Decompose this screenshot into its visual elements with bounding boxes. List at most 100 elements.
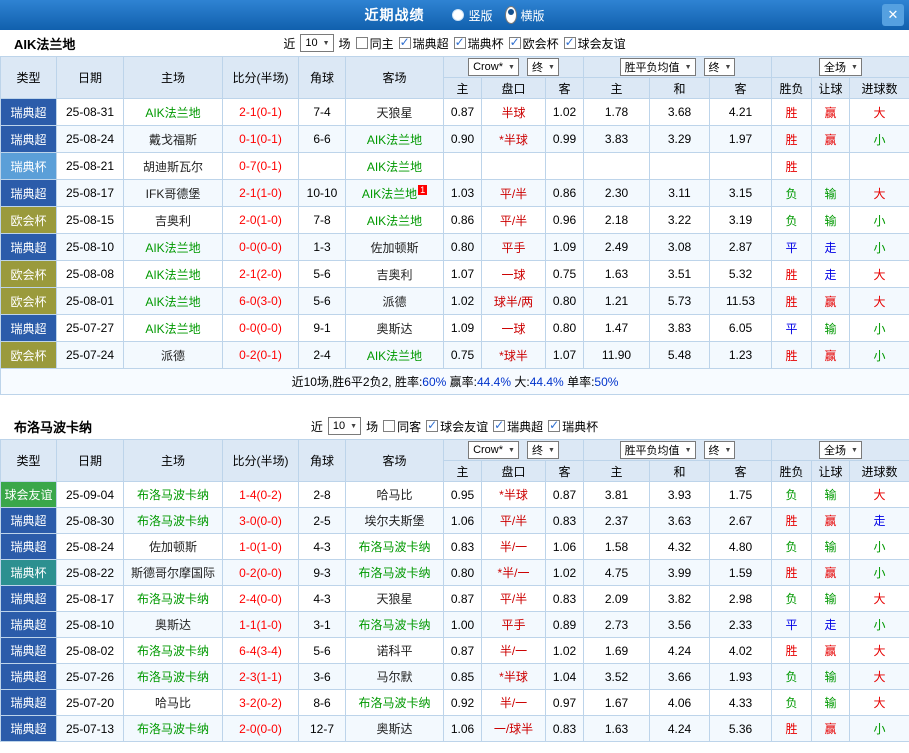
odds-away	[545, 152, 584, 180]
corner-count: 3-6	[298, 663, 346, 690]
avg-final-select[interactable]: 终 ▼	[703, 58, 736, 76]
match-row: 瑞典超 25-08-10 AIK法兰地 0-0(0-0) 1-3 佐加顿斯 0.80 平手 1.…	[0, 233, 909, 261]
match-count-select[interactable]: 10 ▼	[300, 34, 334, 52]
odds-home: 0.90	[443, 125, 482, 153]
avg-home: 1.58	[583, 533, 650, 560]
odds-home: 1.02	[443, 287, 482, 315]
checkbox-icon[interactable]	[426, 418, 439, 432]
checkbox-icon[interactable]	[453, 35, 466, 49]
match-row: 瑞典超 25-08-17 IFK哥德堡 2-1(1-0) 10-10 AIK法兰地 1 1.0…	[0, 179, 909, 207]
filter-checkbox-3[interactable]: 瑞典杯	[453, 35, 504, 52]
result-wdl: 负	[771, 585, 813, 612]
result-handicap: 输	[811, 481, 851, 508]
radio-horizontal[interactable]: 横版	[504, 6, 545, 24]
filter-checkbox-1[interactable]: 同客	[383, 418, 421, 435]
avg-final-select[interactable]: 终 ▼	[703, 441, 736, 459]
radio-horizontal-icon[interactable]	[504, 6, 517, 24]
result-wdl-header: 胜负	[771, 460, 813, 482]
odds-away: 0.89	[545, 611, 584, 638]
result-wdl: 胜	[771, 559, 813, 586]
result-goals-header: 进球数	[849, 77, 909, 99]
avg-home	[583, 152, 650, 180]
home-team: 戴戈福斯	[123, 125, 223, 153]
bookmaker-select[interactable]: Crow* ▼	[468, 58, 519, 76]
checkbox-icon[interactable]	[508, 35, 521, 49]
odds-away: 1.02	[545, 98, 584, 126]
odds-home: 0.80	[443, 559, 482, 586]
bookmaker-select[interactable]: Crow* ▼	[468, 441, 519, 459]
match-date: 25-09-04	[56, 481, 124, 508]
odds-home: 0.87	[443, 585, 482, 612]
match-row: 瑞典超 25-08-24 佐加顿斯 1-0(1-0) 4-3 布洛马波卡纳 0.83 半/一 1…	[0, 533, 909, 560]
select-value: Crow*	[473, 61, 504, 73]
result-handicap: 走	[811, 233, 851, 261]
match-score: 0-2(0-1)	[222, 341, 299, 369]
radio-vertical-icon[interactable]	[452, 9, 465, 21]
result-handicap-header: 让球	[811, 460, 851, 482]
away-team: AIK法兰地	[345, 341, 444, 369]
odds-away: 0.99	[545, 125, 584, 153]
match-score: 2-0(1-0)	[222, 206, 299, 234]
filter-checkbox-4[interactable]: 瑞典杯	[548, 418, 598, 435]
avg-home: 1.63	[583, 715, 650, 742]
filter-checkbox-2[interactable]: 瑞典超	[398, 35, 449, 52]
chevron-down-icon: ▼	[851, 63, 858, 71]
avg-away: 6.05	[708, 314, 773, 342]
result-goals: 大	[849, 663, 909, 690]
checkbox-icon[interactable]	[548, 418, 561, 432]
result-goals: 小	[849, 314, 909, 342]
checkbox-label: 瑞典杯	[562, 419, 599, 434]
checkbox-icon[interactable]	[383, 420, 396, 432]
match-row: 瑞典超 25-08-10 奥斯达 1-1(1-0) 3-1 布洛马波卡纳 1.00 平手 0.8…	[0, 611, 909, 638]
odds-away-header: 客	[545, 460, 584, 482]
away-team: 诺科平	[345, 637, 444, 664]
scope-select[interactable]: 全场 ▼	[819, 58, 862, 76]
avg-draw-header: 和	[649, 460, 710, 482]
result-goals: 大	[849, 637, 909, 664]
col-header-2: 日期	[56, 439, 124, 482]
away-team: 布洛马波卡纳	[345, 611, 444, 638]
summary-segment: 赢率:	[446, 375, 477, 389]
match-count-select[interactable]: 10 ▼	[327, 417, 362, 435]
checkbox-label: 瑞典杯	[467, 36, 504, 51]
match-score: 0-2(0-0)	[222, 559, 299, 586]
filter-checkbox-1[interactable]: 同主	[355, 35, 394, 52]
match-row: 瑞典超 25-07-26 布洛马波卡纳 2-3(1-1) 3-6 马尔默 0.85 *半球 1.…	[0, 663, 909, 690]
away-team: 布洛马波卡纳	[345, 559, 444, 586]
avg-home: 3.81	[583, 481, 650, 508]
type-badge: 瑞典超	[0, 663, 57, 690]
avg-type-select[interactable]: 胜平负均值 ▼	[619, 58, 696, 76]
close-icon[interactable]: ✕	[882, 4, 904, 26]
odds-final-select[interactable]: 终 ▼	[526, 441, 559, 459]
section-gap	[0, 395, 909, 413]
scope-select[interactable]: 全场 ▼	[819, 441, 862, 459]
match-row: 瑞典杯 25-08-22 斯德哥尔摩国际 0-2(0-0) 9-3 布洛马波卡纳 0.80 *…	[0, 559, 909, 586]
col-header-1: 类型	[0, 56, 57, 99]
radio-vertical[interactable]: 竖版	[452, 7, 493, 24]
match-date: 25-08-17	[56, 585, 124, 612]
avg-draw: 3.08	[649, 233, 710, 261]
avg-away-header: 客	[708, 77, 773, 99]
match-score: 2-3(1-1)	[222, 663, 299, 690]
result-goals: 小	[849, 206, 909, 234]
checkbox-icon[interactable]	[563, 35, 576, 49]
filter-checkbox-5[interactable]: 球会友谊	[563, 35, 626, 52]
checkbox-icon[interactable]	[493, 418, 506, 432]
checkbox-icon[interactable]	[355, 37, 368, 49]
result-handicap: 走	[811, 260, 851, 288]
avg-type-select[interactable]: 胜平负均值 ▼	[619, 441, 696, 459]
filter-checkbox-4[interactable]: 欧会杯	[508, 35, 559, 52]
odds-final-select[interactable]: 终 ▼	[526, 58, 559, 76]
odds-home: 0.85	[443, 663, 482, 690]
avg-home: 1.67	[583, 689, 650, 716]
match-score: 6-4(3-4)	[222, 637, 299, 664]
result-goals: 小	[849, 233, 909, 261]
home-team: 布洛马波卡纳	[123, 507, 223, 534]
filter-controls: 近 10 ▼ 场 同主 瑞典超 瑞典杯 欧会杯 球会友谊	[0, 34, 909, 52]
filter-checkbox-3[interactable]: 瑞典超	[493, 418, 543, 435]
odds-handicap: *球半	[481, 341, 546, 369]
checkbox-icon[interactable]	[398, 35, 411, 49]
away-team: 佐加顿斯	[345, 233, 444, 261]
match-score: 0-0(0-0)	[222, 314, 299, 342]
filter-checkbox-2[interactable]: 球会友谊	[426, 418, 488, 435]
